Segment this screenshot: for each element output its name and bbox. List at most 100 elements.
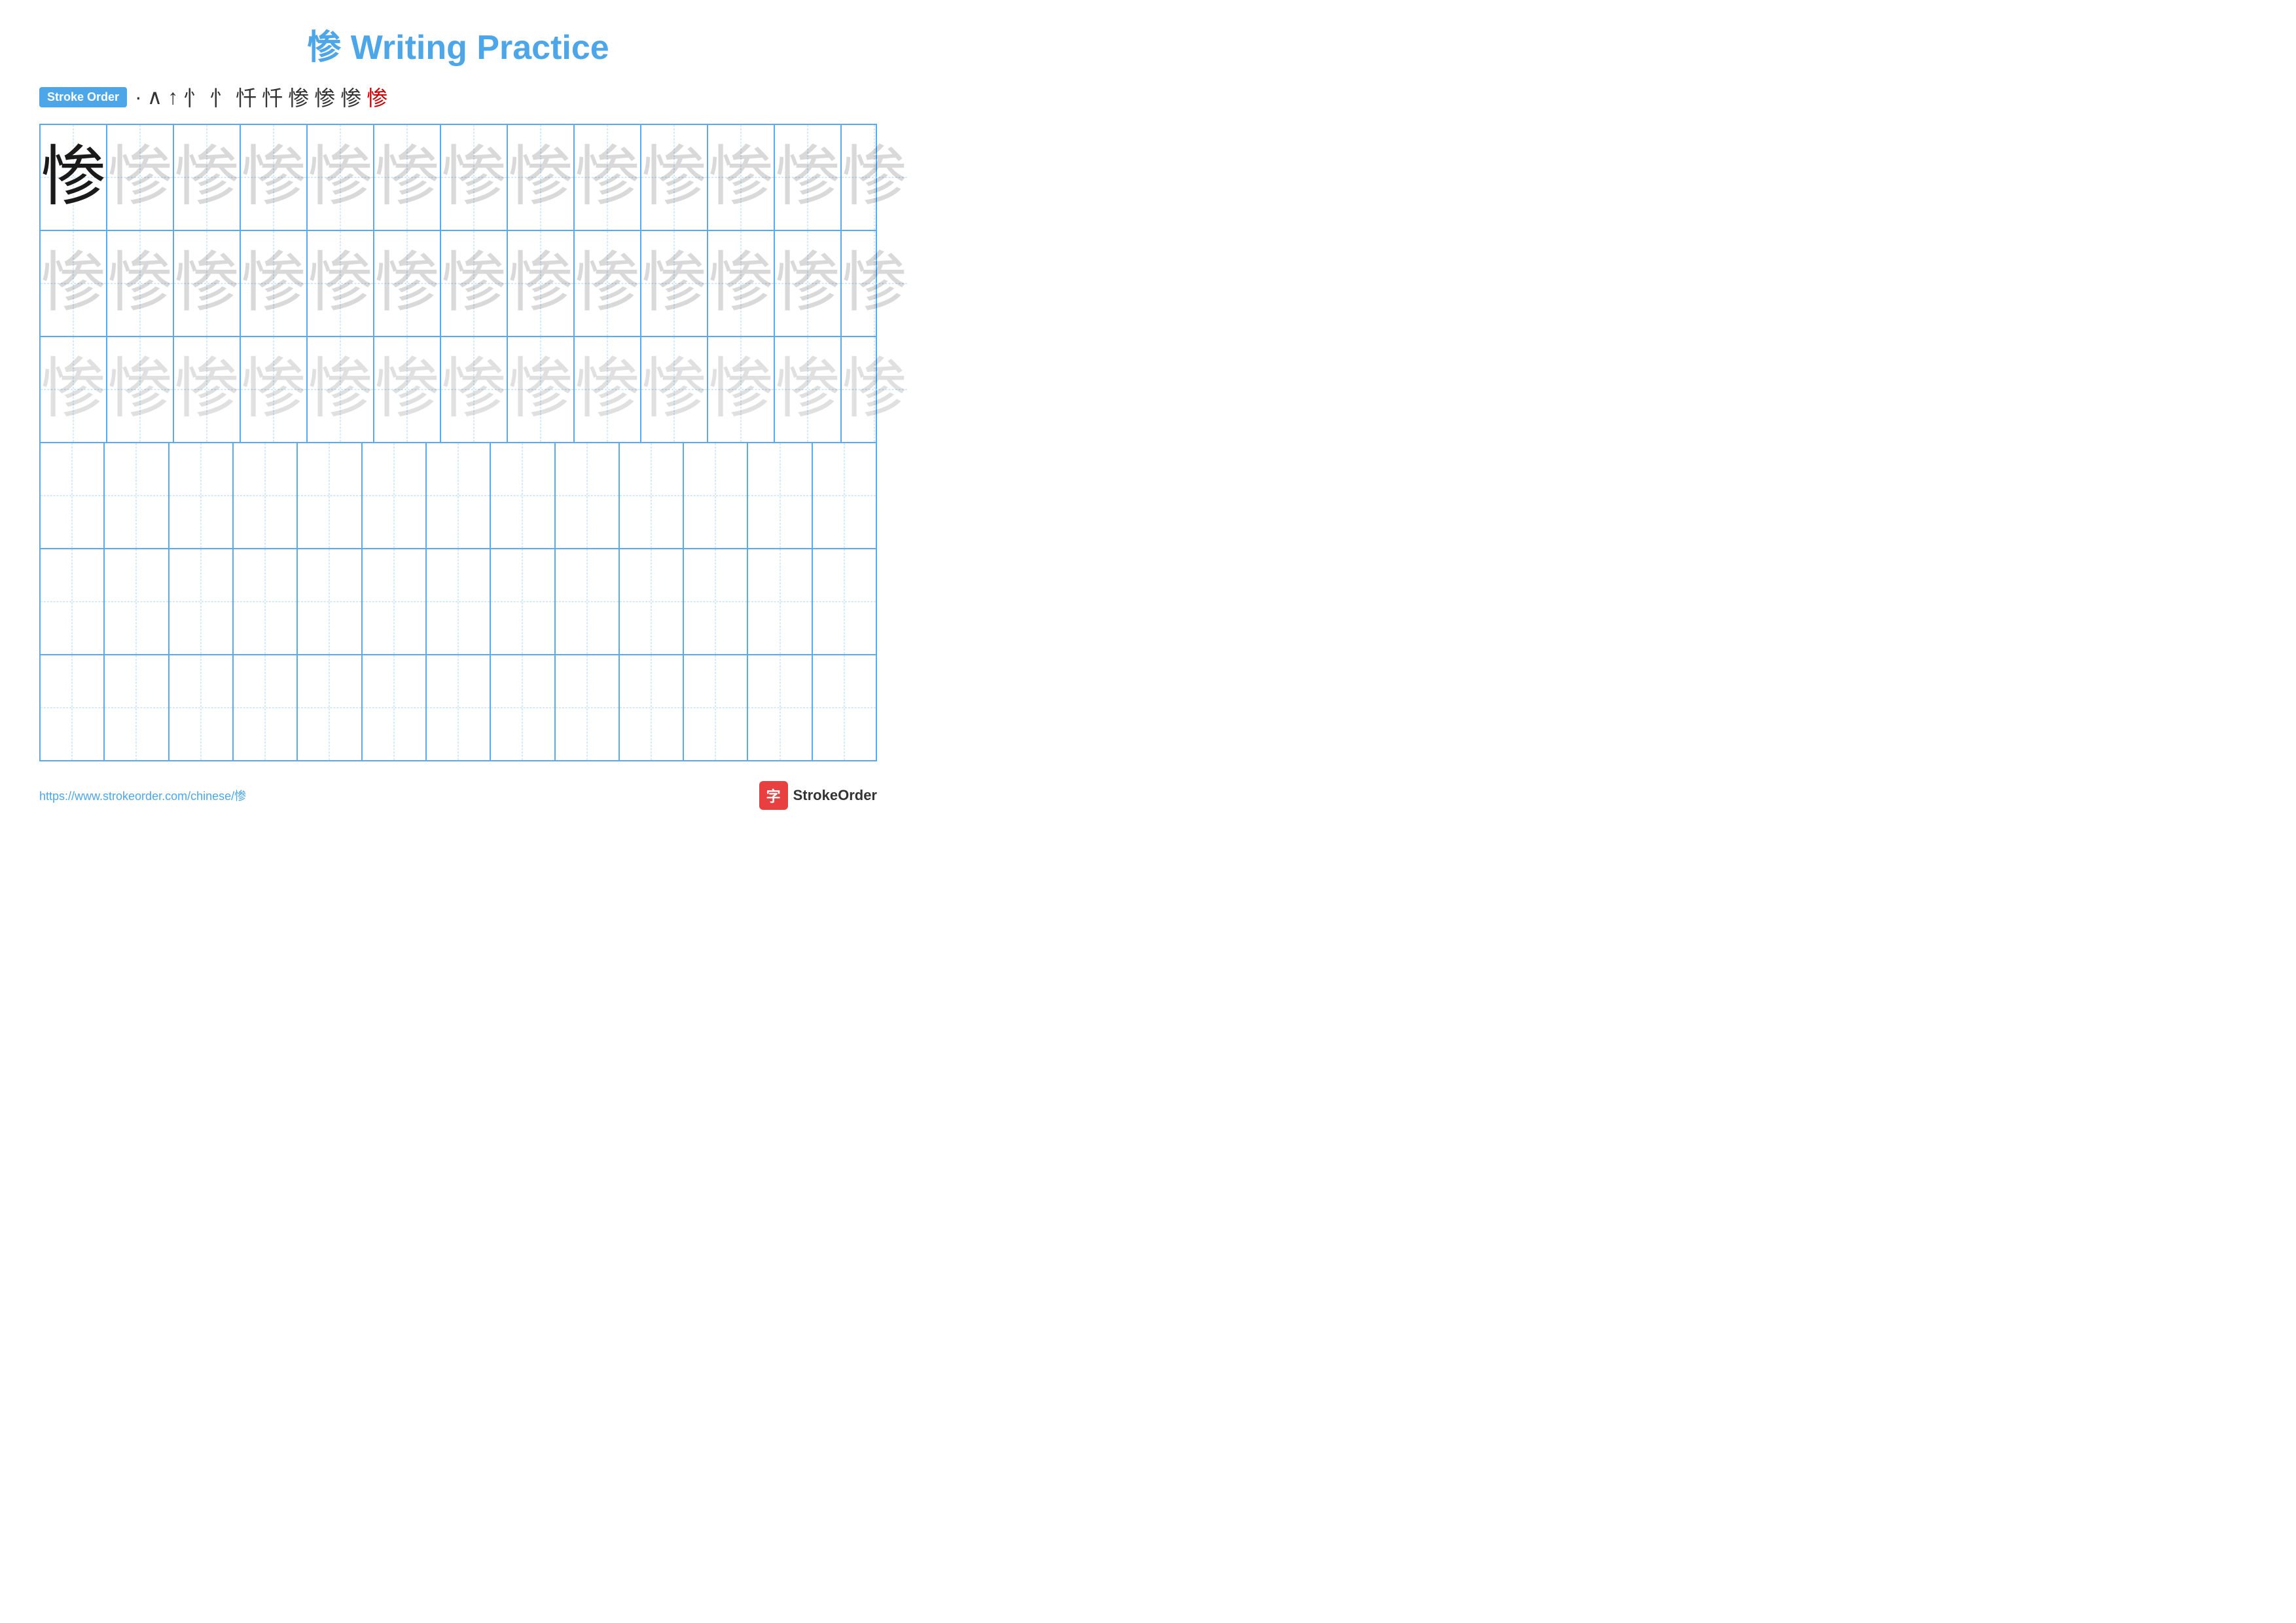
grid-cell[interactable]: 惨: [842, 125, 907, 230]
grid-cell[interactable]: 惨: [107, 125, 174, 230]
grid-cell[interactable]: [298, 443, 362, 548]
grid-cell[interactable]: 惨: [641, 337, 708, 442]
grid-cell[interactable]: 惨: [842, 231, 907, 336]
grid-cell[interactable]: 惨: [775, 337, 842, 442]
grid-row-4: [41, 443, 876, 549]
grid-cell[interactable]: [556, 655, 620, 760]
grid-cell[interactable]: 惨: [775, 231, 842, 336]
grid-cell[interactable]: 惨: [241, 125, 308, 230]
grid-cell[interactable]: [363, 443, 427, 548]
stroke-step-4: 忄: [183, 82, 204, 112]
stroke-step-6: 忏: [236, 82, 257, 112]
grid-cell[interactable]: [427, 443, 491, 548]
practice-char: 惨: [107, 145, 173, 210]
grid-cell[interactable]: 惨: [441, 231, 508, 336]
grid-cell[interactable]: 惨: [174, 125, 241, 230]
grid-cell[interactable]: 惨: [41, 231, 107, 336]
grid-cell[interactable]: 惨: [508, 231, 575, 336]
grid-cell[interactable]: 惨: [842, 337, 907, 442]
grid-cell[interactable]: [813, 549, 876, 654]
grid-cell[interactable]: [620, 549, 684, 654]
stroke-step-8: 惨: [288, 82, 309, 112]
grid-cell[interactable]: [684, 549, 748, 654]
stroke-step-3: ↑: [168, 85, 178, 109]
footer-url[interactable]: https://www.strokeorder.com/chinese/惨: [39, 787, 246, 804]
grid-cell[interactable]: [491, 443, 555, 548]
grid-cell[interactable]: [298, 655, 362, 760]
grid-cell[interactable]: [170, 549, 234, 654]
grid-cell[interactable]: [363, 655, 427, 760]
grid-cell[interactable]: 惨: [41, 337, 107, 442]
grid-cell[interactable]: 惨: [174, 337, 241, 442]
practice-char: 惨: [308, 145, 373, 210]
grid-cell[interactable]: 惨: [174, 231, 241, 336]
grid-cell[interactable]: 惨: [374, 231, 441, 336]
practice-char: 惨: [107, 357, 173, 422]
grid-cell[interactable]: 惨: [708, 337, 775, 442]
grid-cell[interactable]: [620, 655, 684, 760]
practice-char: 惨: [41, 357, 106, 422]
practice-char: 惨: [441, 251, 507, 316]
grid-cell[interactable]: [748, 549, 812, 654]
practice-char: 惨: [241, 145, 306, 210]
grid-cell[interactable]: 惨: [441, 125, 508, 230]
grid-cell[interactable]: [748, 443, 812, 548]
grid-cell[interactable]: 惨: [374, 337, 441, 442]
grid-cell[interactable]: [41, 443, 105, 548]
grid-cell[interactable]: [105, 443, 169, 548]
grid-cell[interactable]: 惨: [708, 231, 775, 336]
grid-cell[interactable]: [234, 655, 298, 760]
practice-char: 惨: [241, 251, 306, 316]
practice-char: 惨: [775, 357, 840, 422]
grid-cell[interactable]: 惨: [641, 125, 708, 230]
grid-cell[interactable]: 惨: [41, 125, 107, 230]
grid-cell[interactable]: [684, 443, 748, 548]
grid-cell[interactable]: [813, 443, 876, 548]
grid-cell[interactable]: [491, 549, 555, 654]
grid-cell[interactable]: 惨: [708, 125, 775, 230]
grid-cell[interactable]: [170, 655, 234, 760]
practice-char: 惨: [174, 251, 240, 316]
grid-cell[interactable]: [234, 443, 298, 548]
practice-char: 惨: [842, 357, 907, 422]
grid-cell[interactable]: 惨: [308, 337, 374, 442]
grid-cell[interactable]: [234, 549, 298, 654]
grid-cell[interactable]: [41, 655, 105, 760]
grid-cell[interactable]: [556, 549, 620, 654]
practice-char: 惨: [441, 145, 507, 210]
grid-cell[interactable]: [748, 655, 812, 760]
grid-cell[interactable]: 惨: [107, 337, 174, 442]
grid-cell[interactable]: 惨: [575, 125, 641, 230]
practice-char: 惨: [775, 251, 840, 316]
grid-cell[interactable]: 惨: [575, 337, 641, 442]
grid-cell[interactable]: [556, 443, 620, 548]
footer-logo: 字 StrokeOrder: [759, 781, 877, 810]
grid-cell[interactable]: [813, 655, 876, 760]
grid-cell[interactable]: 惨: [641, 231, 708, 336]
grid-cell[interactable]: [105, 549, 169, 654]
grid-cell[interactable]: [41, 549, 105, 654]
grid-cell[interactable]: 惨: [107, 231, 174, 336]
grid-cell[interactable]: 惨: [575, 231, 641, 336]
grid-cell[interactable]: 惨: [508, 125, 575, 230]
grid-cell[interactable]: [684, 655, 748, 760]
grid-cell[interactable]: [105, 655, 169, 760]
grid-cell[interactable]: [427, 655, 491, 760]
grid-cell[interactable]: [620, 443, 684, 548]
grid-cell[interactable]: 惨: [374, 125, 441, 230]
grid-cell[interactable]: [298, 549, 362, 654]
grid-cell[interactable]: 惨: [441, 337, 508, 442]
grid-cell[interactable]: 惨: [775, 125, 842, 230]
grid-cell[interactable]: 惨: [241, 337, 308, 442]
grid-cell[interactable]: [170, 443, 234, 548]
grid-cell[interactable]: 惨: [308, 231, 374, 336]
grid-cell[interactable]: [491, 655, 555, 760]
grid-cell[interactable]: 惨: [241, 231, 308, 336]
practice-char: 惨: [374, 357, 440, 422]
practice-char: 惨: [441, 357, 507, 422]
grid-cell[interactable]: [363, 549, 427, 654]
grid-cell[interactable]: 惨: [508, 337, 575, 442]
grid-row-1: 惨 惨 惨 惨 惨 惨 惨 惨 惨 惨 惨 惨 惨: [41, 125, 876, 231]
grid-cell[interactable]: 惨: [308, 125, 374, 230]
grid-cell[interactable]: [427, 549, 491, 654]
